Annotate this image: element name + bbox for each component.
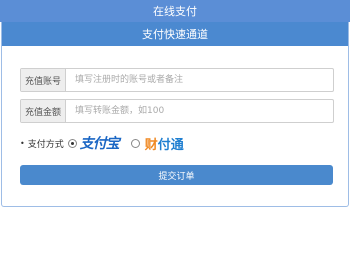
- amount-input[interactable]: [66, 100, 333, 122]
- amount-field-group: 充值金额: [20, 99, 334, 123]
- alipay-radio[interactable]: [67, 138, 77, 148]
- alipay-logo[interactable]: 支付宝: [80, 133, 120, 153]
- panel-header: 支付快速通道: [2, 22, 348, 46]
- tenpay-radio[interactable]: [130, 138, 140, 148]
- page-title: 在线支付: [153, 5, 197, 18]
- account-label: 充值账号: [21, 69, 66, 91]
- bullet-icon: •: [20, 138, 25, 148]
- payment-method-row: • 支付方式 支付宝 财付通: [20, 132, 184, 154]
- amount-label: 充值金额: [21, 100, 66, 122]
- payment-method-label: 支付方式: [27, 139, 64, 150]
- tenpay-logo[interactable]: 财付通: [145, 134, 184, 153]
- account-field-group: 充值账号: [20, 68, 334, 92]
- page-title-bar: 在线支付: [0, 0, 350, 22]
- panel-title: 支付快速通道: [142, 28, 208, 41]
- payment-panel: 支付快速通道 充值账号 充值金额 • 支付方式 支付宝 财付通 提交订单: [1, 22, 349, 207]
- account-input[interactable]: [66, 69, 333, 91]
- submit-order-button[interactable]: 提交订单: [20, 165, 333, 185]
